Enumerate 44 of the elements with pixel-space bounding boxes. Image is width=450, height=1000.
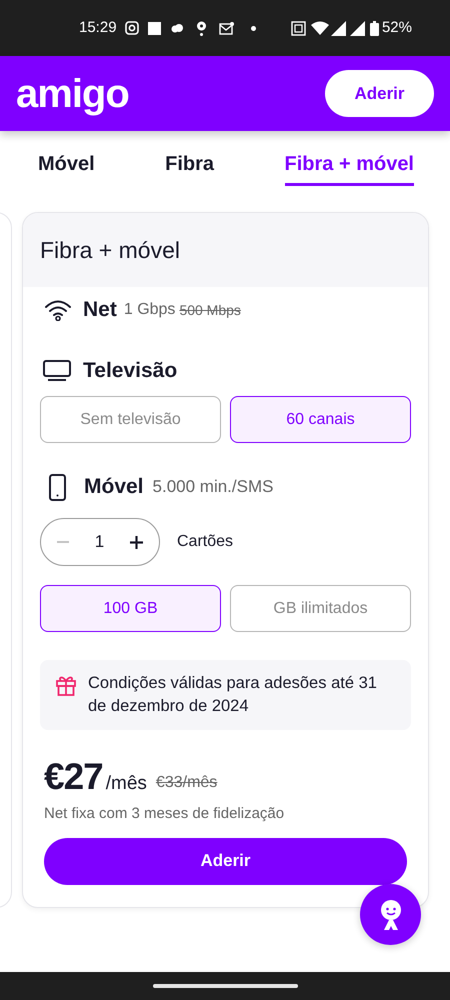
option-button[interactable]: 60 canais (230, 396, 411, 443)
home-handle[interactable] (152, 984, 298, 988)
battery-level: 52% (382, 18, 412, 38)
tv-icon (43, 360, 71, 382)
location-icon (196, 20, 207, 36)
price-note: Net fixa com 3 meses de fidelização (43, 804, 286, 824)
phone-icon (49, 474, 66, 500)
wifi-icon (44, 299, 72, 321)
feature-label: Net (83, 297, 117, 324)
option-button[interactable]: GB ilimitados (230, 585, 411, 632)
plus-icon[interactable] (129, 534, 144, 550)
quantity-label: Cartões (177, 532, 234, 552)
join-button[interactable]: Aderir (44, 838, 407, 884)
feature-value: 1 Gbps (124, 300, 176, 320)
signal-icon (350, 20, 365, 36)
mail-icon (218, 22, 234, 34)
gift-icon (56, 674, 76, 696)
dot-icon (250, 26, 256, 30)
price: €27 (44, 758, 103, 795)
tab[interactable]: Fibra (165, 149, 214, 186)
tab[interactable]: Móvel (38, 149, 95, 186)
nfc-icon (290, 20, 306, 36)
notice-text: Condições válidas para adesões até 31 de dezembro de 2024 (88, 673, 378, 717)
join-button[interactable]: Aderir (325, 70, 434, 117)
old-price: €33/mês (156, 775, 218, 791)
wifi-icon (310, 21, 329, 35)
price-unit: /mês (106, 774, 147, 793)
clock: 15:29 (79, 18, 117, 38)
feature-value: 5.000 min./SMS (152, 476, 274, 498)
tab[interactable]: Fibra + móvel (284, 149, 414, 186)
old-speed: 500 Mbps (179, 300, 241, 320)
option-button[interactable]: 100 GB (40, 585, 221, 632)
logo[interactable]: amigo (16, 74, 129, 114)
feature-label: Móvel (84, 474, 144, 500)
cloud-icon (170, 23, 184, 33)
square-icon (148, 22, 161, 34)
option-button[interactable]: Sem televisão (40, 396, 221, 443)
camera-icon (124, 21, 139, 35)
feature-label: Televisão (83, 358, 178, 384)
quantity-value: 1 (94, 531, 104, 554)
chat-button[interactable] (360, 884, 421, 945)
battery-icon (370, 20, 379, 36)
card-title: Fibra + móvel (40, 236, 180, 265)
signal-icon (330, 20, 346, 36)
